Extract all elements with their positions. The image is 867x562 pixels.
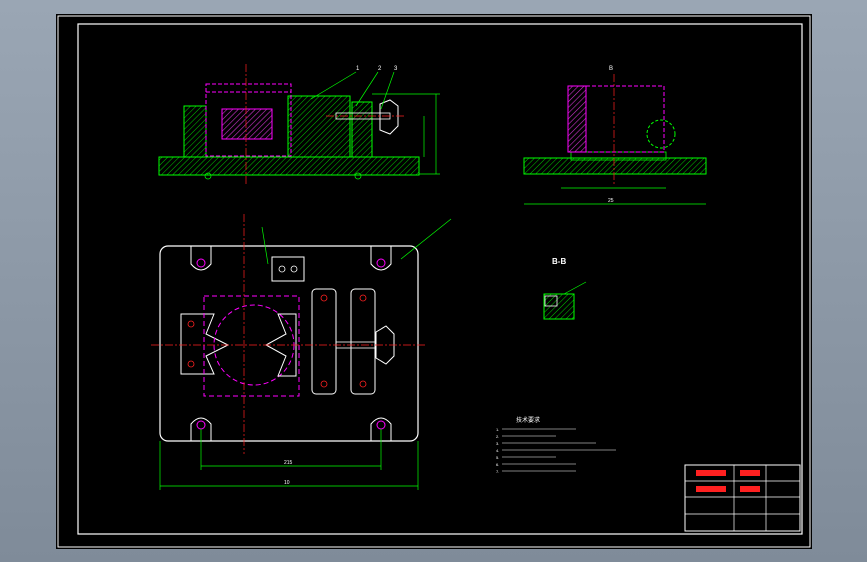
fixture-drawing: 1 2 3 B 25 215 10 B-B 技术要求 1. 2. 3. 4. 5… [57,15,811,548]
section-bb: B-B [543,257,587,320]
front-knob [646,119,676,149]
balloon-1: 1 [356,66,360,72]
tb-red-mark-3 [696,486,726,492]
plan-workpiece-outline [203,295,300,397]
outer-frame [57,15,811,548]
note-5: 5. [496,455,499,460]
notes-title: 技术要求 [516,416,540,424]
tb-red-mark-4 [740,486,760,492]
note-6: 6. [496,462,499,467]
front-view-label: B [609,66,613,72]
side-view: 1 2 3 [158,64,440,186]
locating-hole-1 [278,265,286,273]
plan-dim-overall-label: 10 [284,480,290,486]
hole-top-right [376,258,386,268]
tb-red-mark-1 [696,470,726,476]
balloon-2: 2 [378,66,382,72]
cad-viewport: 1 2 3 B 25 215 10 B-B 技术要求 1. 2. 3. 4. 5… [0,0,867,562]
locating-block [271,256,305,282]
balloon-3: 3 [394,66,398,72]
front-dim-label: 25 [608,198,614,204]
leader-2 [355,71,379,107]
locating-hole-2 [290,265,298,273]
note-3: 3. [496,441,499,446]
guide-block-left [311,288,337,395]
note-1: 1. [496,427,499,432]
title-block [684,464,801,532]
front-view: B 25 [523,66,707,205]
slot-top-right [370,246,392,271]
slot-top-left [190,246,212,271]
hole-bottom-right [376,420,386,430]
tb-red-mark-2 [740,470,760,476]
guide-hole-2 [320,380,328,388]
front-workpiece-bar [567,85,587,153]
hole-top-left [196,258,206,268]
side-clamp-column [351,101,373,158]
section-bb-body [543,293,575,320]
leader-3 [380,71,395,110]
front-workpiece-hidden [585,85,665,153]
guide-hole-1 [320,294,328,302]
inner-frame [77,23,803,535]
plan-base-plate [159,245,419,442]
plan-screw [335,341,377,349]
guide-hole-3 [359,294,367,302]
section-bb-leader [563,281,587,295]
plan-view: 215 10 [151,214,452,490]
drawing-sheet: 1 2 3 B 25 215 10 B-B 技术要求 1. 2. 3. 4. 5… [56,14,812,549]
hole-bottom-left [196,420,206,430]
note-2: 2. [496,434,499,439]
side-workpiece-section [221,108,273,140]
guide-block-right [350,288,376,395]
note-7: 7. [496,469,499,474]
side-right-block [287,95,351,158]
note-4: 4. [496,448,499,453]
v-block-hole-2 [187,360,195,368]
side-left-support [183,105,207,158]
plan-leader [400,218,452,260]
guide-hole-4 [359,380,367,388]
side-base-plate [158,156,420,176]
technical-notes: 技术要求 1. 2. 3. 4. 5. 6. 7. [496,416,616,474]
v-block-hole-1 [187,320,195,328]
leader-1 [310,71,357,100]
plan-dim-inner-label: 215 [284,460,293,466]
section-bb-label: B-B [552,257,566,266]
